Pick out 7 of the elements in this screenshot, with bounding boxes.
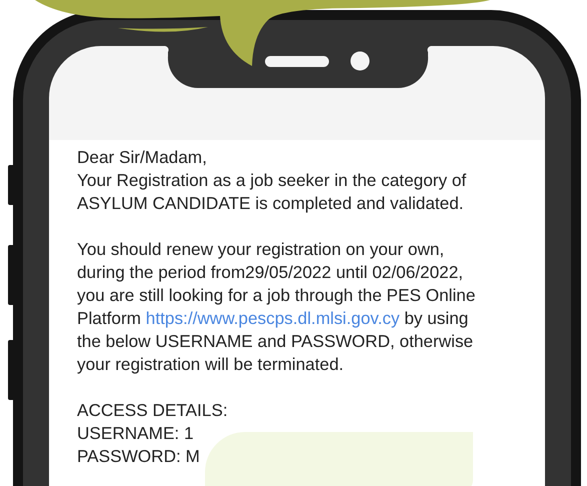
credential-text: PASSWORD: M: [77, 445, 201, 468]
access-heading: ACCESS DETAILS:: [77, 399, 229, 422]
message-paragraph: You should renew your registration on your own, during the period from29/05/2022 until 02/06/2022, you are still looking for a job through the PES Online Platform https://www.pescps.dl.mlsi.gov.cy by using the below USERNAME and PASSWORD, otherwise your registration will be terminated.: [77, 238, 476, 376]
website-link[interactable]: https://www.pescps.dl.mlsi.gov.cy: [146, 308, 400, 328]
greeting-text: Dear Sir/Madam,: [77, 146, 208, 169]
message-paragraph: Your Registration as a job seeker in the category of ASYLUM CANDIDATE is completed and validated.: [77, 169, 468, 215]
credential-text: USERNAME: 1: [77, 422, 195, 445]
